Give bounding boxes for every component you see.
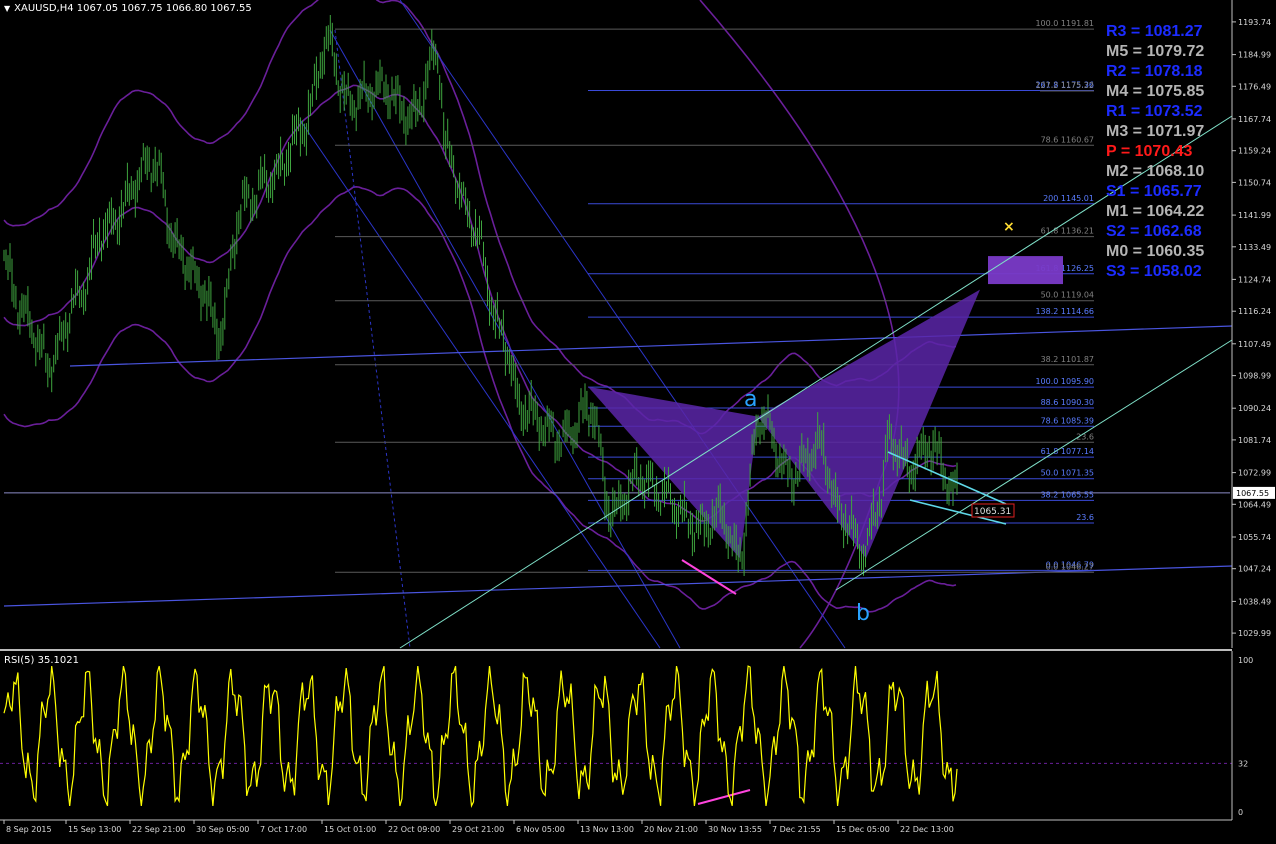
pattern-label-a: a	[744, 387, 757, 412]
rsi-header: RSI(5) 35.1021	[4, 655, 79, 666]
pivot-level: M0 = 1060.35	[1106, 243, 1205, 260]
price-chart: 100.0 1191.81261.8 1175.36127.2 1175.227…	[0, 0, 1276, 840]
fib-level-label: 61.8 1136.21	[1041, 227, 1094, 236]
time-tick-label: 13 Nov 13:00	[580, 825, 634, 834]
price-tick-label: 1107.49	[1238, 340, 1271, 349]
price-tick-label: 1098.99	[1238, 372, 1271, 381]
pivot-level: M2 = 1068.10	[1106, 163, 1205, 180]
pivot-level: S2 = 1062.68	[1106, 223, 1202, 240]
pivot-level: R2 = 1078.18	[1106, 63, 1203, 80]
dropdown-triangle-icon[interactable]: ▼	[4, 4, 10, 13]
time-tick-label: 8 Sep 2015	[6, 825, 52, 834]
pivot-level: R3 = 1081.27	[1106, 23, 1203, 40]
fib-level-label: 78.6 1160.67	[1041, 135, 1094, 144]
price-tick-label: 1141.99	[1238, 211, 1271, 220]
price-tick-label: 1124.74	[1238, 275, 1271, 284]
pivot-level: S3 = 1058.02	[1106, 263, 1202, 280]
time-tick-label: 15 Dec 05:00	[836, 825, 890, 834]
price-tick-label: 1193.74	[1238, 18, 1271, 27]
target-marker: ×	[1003, 219, 1015, 235]
price-tick-label: 1116.24	[1238, 307, 1271, 316]
fib-level-label: 0.0 1046.27	[1046, 562, 1094, 571]
time-tick-label: 20 Nov 21:00	[644, 825, 698, 834]
time-tick-label: 15 Sep 13:00	[68, 825, 121, 834]
price-tick-label: 1090.24	[1238, 404, 1271, 413]
pivot-level: P = 1070.43	[1106, 143, 1193, 160]
symbol-header-text: XAUUSD,H4 1067.05 1067.75 1066.80 1067.5…	[14, 3, 252, 14]
pivot-level: M1 = 1064.22	[1106, 203, 1205, 220]
price-tick-label: 1064.49	[1238, 500, 1271, 509]
pattern-label-b: b	[856, 601, 870, 626]
price-tick-label: 1150.74	[1238, 178, 1271, 187]
fib-level-label: 61.8 1077.14	[1041, 447, 1094, 456]
fib-level-label: 50.0 1071.35	[1041, 469, 1094, 478]
chart-window: 100.0 1191.81 261.8 1175.36 127.2 1175.22 7…	[0, 0, 1276, 840]
fib-level-label: 100.0 1191.81	[1035, 19, 1094, 28]
price-tick-label: 1047.24	[1238, 565, 1271, 574]
fib-level-label: 88.6 1090.30	[1041, 398, 1094, 407]
price-tick-label: 1055.74	[1238, 533, 1271, 542]
price-tag-label: 1065.31	[974, 507, 1011, 517]
price-tick-label: 1159.24	[1238, 147, 1271, 156]
time-tick-label: 22 Sep 21:00	[132, 825, 185, 834]
pivot-level: R1 = 1073.52	[1106, 103, 1203, 120]
fib-level-label: 23.6	[1076, 513, 1094, 522]
price-tick-label: 1029.99	[1238, 629, 1271, 638]
rsi-level-label: 0	[1238, 808, 1243, 817]
pivot-level: S1 = 1065.77	[1106, 183, 1202, 200]
rsi-level-label: 100	[1238, 656, 1253, 665]
price-tick-label: 1184.99	[1238, 51, 1271, 60]
fib-level-label: 38.2 1065.55	[1041, 490, 1094, 499]
time-tick-label: 7 Dec 21:55	[772, 825, 821, 834]
fib-level-label: 78.6 1085.39	[1041, 416, 1094, 425]
pivot-level: M5 = 1079.72	[1106, 43, 1205, 60]
price-tick-label: 1038.49	[1238, 597, 1271, 606]
fib-level-label: 138.2 1114.66	[1035, 307, 1094, 316]
time-tick-label: 22 Oct 09:00	[388, 825, 440, 834]
time-tick-label: 15 Oct 01:00	[324, 825, 376, 834]
time-tick-label: 30 Nov 13:55	[708, 825, 762, 834]
time-tick-label: 22 Dec 13:00	[900, 825, 954, 834]
price-tick-label: 1072.99	[1238, 469, 1271, 478]
time-tick-label: 7 Oct 17:00	[260, 825, 307, 834]
panel-separator	[0, 649, 1232, 651]
rsi-level-label: 32	[1238, 759, 1248, 768]
price-tick-label: 1081.74	[1238, 436, 1271, 445]
price-tick-label: 1133.49	[1238, 243, 1271, 252]
current-price-label: 1067.55	[1236, 489, 1269, 498]
pivot-levels-panel: R3 = 1081.27 M5 = 1079.72 R2 = 1078.18 M4 =…	[1106, 22, 1206, 282]
pivot-level: M3 = 1071.97	[1106, 123, 1205, 140]
prz-box	[988, 256, 1063, 285]
fib-level-label: 100.0 1095.90	[1035, 377, 1094, 386]
fib-level-label: 38.2 1101.87	[1041, 355, 1094, 364]
fib-level-label: 200 1145.01	[1043, 194, 1094, 203]
symbol-header: ▼ XAUUSD,H4 1067.05 1067.75 1066.80 1067.…	[4, 3, 252, 14]
pivot-level: M4 = 1075.85	[1106, 83, 1205, 100]
fib-level-label: 50.0 1119.04	[1041, 291, 1094, 300]
time-tick-label: 6 Nov 05:00	[516, 825, 565, 834]
time-tick-label: 29 Oct 21:00	[452, 825, 504, 834]
time-tick-label: 30 Sep 05:00	[196, 825, 249, 834]
price-tick-label: 1176.49	[1238, 82, 1271, 91]
price-tick-label: 1167.74	[1238, 115, 1271, 124]
fib-level-label: 127.2 1175.22	[1035, 81, 1094, 90]
